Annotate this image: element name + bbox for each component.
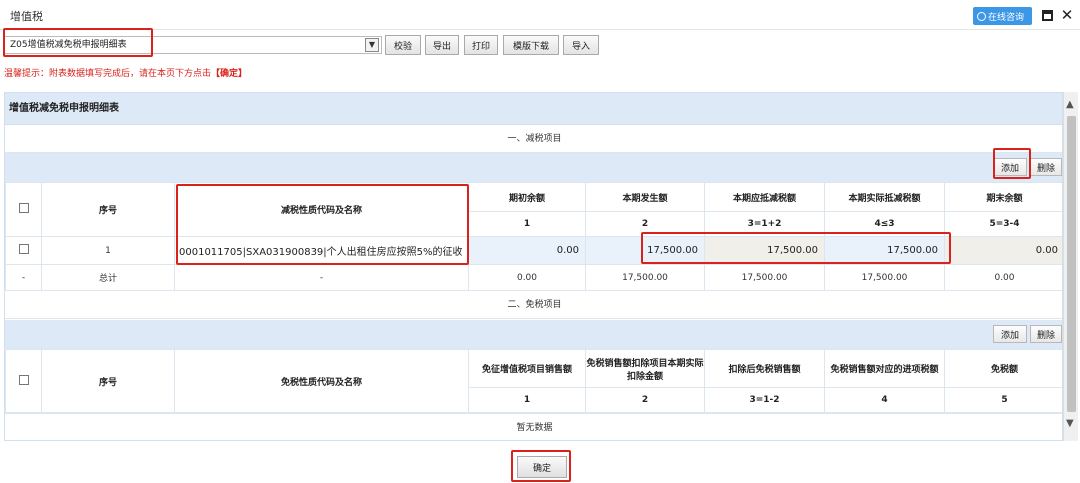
tip-prefix: 温馨提示：附表数据填写完成后，请在本页下方点击 <box>4 69 212 79</box>
online-consult-button[interactable]: 在线咨询 <box>973 7 1032 25</box>
exemption-delete-button[interactable]: 删除 <box>1030 325 1062 343</box>
headset-icon <box>977 11 986 21</box>
total-closing: 0.00 <box>944 264 1062 291</box>
tip-text: 温馨提示：附表数据填写完成后，请在本页下方点击【确定】 <box>4 66 247 79</box>
row-deductible-value: 17,500.00 <box>704 236 825 265</box>
reduction-section-title: 一、减税项目 <box>5 125 1062 153</box>
row-actual-input[interactable]: 17,500.00 <box>824 236 945 265</box>
total-row: - 总计 - 0.00 17,500.00 17,500.00 17,500.0… <box>5 264 1062 291</box>
header-select-all[interactable] <box>5 182 42 237</box>
confirm-button[interactable]: 确定 <box>517 456 567 478</box>
reduction-action-bar: 添加 删除 <box>5 153 1062 182</box>
template-download-button[interactable]: 模版下载 <box>503 35 559 55</box>
row-current-input[interactable]: 17,500.00 <box>585 236 705 265</box>
restore-icon[interactable] <box>1040 8 1054 22</box>
exemption-header-deduction: 免税销售额扣除项目本期实际扣除金额 <box>585 349 705 388</box>
header-opening: 期初余额 <box>468 182 586 212</box>
print-button[interactable]: 打印 <box>464 35 498 55</box>
exemption-header-input-tax: 免税销售额对应的进项税额 <box>824 349 945 388</box>
formula-3: 3=1+2 <box>704 211 825 237</box>
exemption-section-title: 二、免税项目 <box>5 291 1062 319</box>
total-check: - <box>5 264 42 291</box>
row-checkbox[interactable] <box>18 244 29 254</box>
scroll-down-icon[interactable]: ▼ <box>1066 418 1074 429</box>
exemption-header-amount: 免税额 <box>944 349 1062 388</box>
exemption-table: 序号 免税性质代码及名称 免征增值税项目销售额 免税销售额扣除项目本期实际扣除金… <box>5 349 1062 413</box>
formula-5: 5=3-4 <box>944 211 1062 237</box>
header-code: 减税性质代码及名称 <box>174 182 469 237</box>
header-deductible: 本期应抵减税额 <box>704 182 825 212</box>
export-button[interactable]: 导出 <box>425 35 459 55</box>
select-all-checkbox[interactable] <box>18 203 29 213</box>
formula-1: 1 <box>468 211 586 237</box>
exemption-header-select-all[interactable] <box>5 349 42 413</box>
close-icon[interactable]: ✕ <box>1060 6 1074 24</box>
row-opening-input[interactable]: 0.00 <box>468 236 586 265</box>
total-deductible: 17,500.00 <box>704 264 825 291</box>
header-actual: 本期实际抵减税额 <box>824 182 945 212</box>
table-row: 1 0001011705|SXA031900839|个人出租住房应按照5%的征收… <box>5 236 1062 265</box>
exemption-add-button[interactable]: 添加 <box>993 325 1027 343</box>
row-select[interactable] <box>5 236 42 265</box>
exemption-formula-4: 4 <box>824 387 945 413</box>
exemption-header-sales: 免征增值税项目销售额 <box>468 349 586 388</box>
row-code-select[interactable]: 0001011705|SXA031900839|个人出租住房应按照5%的征收 <box>174 236 469 265</box>
total-current: 17,500.00 <box>585 264 705 291</box>
chevron-down-icon[interactable]: ▼ <box>365 38 379 52</box>
total-code: - <box>174 264 469 291</box>
panel-title: 增值税减免税申报明细表 <box>5 93 1062 125</box>
exemption-formula-5: 5 <box>944 387 1062 413</box>
form-select[interactable]: Z05增值税减免税申报明细表 ▼ <box>4 36 382 54</box>
main-panel: 增值税减免税申报明细表 一、减税项目 添加 删除 序号 减税性质代码及名称 期初… <box>4 92 1063 441</box>
tip-confirm-link: 【确定】 <box>211 69 248 79</box>
total-label: 总计 <box>41 264 175 291</box>
toolbar: Z05增值税减免税申报明细表 ▼ 校验 导出 打印 模版下载 导入 <box>0 32 1080 60</box>
window-title: 增值税 <box>10 10 43 23</box>
scrollbar-thumb[interactable] <box>1067 116 1076 412</box>
exemption-header-after-deduction: 扣除后免税销售额 <box>704 349 825 388</box>
exemption-header-code: 免税性质代码及名称 <box>174 349 469 413</box>
exemption-formula-3: 3=1-2 <box>704 387 825 413</box>
exemption-header-row: 序号 免税性质代码及名称 免征增值税项目销售额 免税销售额扣除项目本期实际扣除金… <box>5 349 1062 413</box>
reduction-header-row: 序号 减税性质代码及名称 期初余额 本期发生额 本期应抵减税额 本期实际抵减税额… <box>5 182 1062 237</box>
vertical-scrollbar[interactable]: ▲ ▼ <box>1063 92 1078 441</box>
online-consult-label: 在线咨询 <box>988 12 1025 23</box>
exemption-formula-2: 2 <box>585 387 705 413</box>
reduction-delete-button[interactable]: 删除 <box>1030 158 1062 176</box>
row-seq: 1 <box>41 236 175 265</box>
title-bar: 增值税 在线咨询 ✕ <box>0 0 1080 30</box>
formula-2: 2 <box>585 211 705 237</box>
exemption-formula-1: 1 <box>468 387 586 413</box>
exemption-action-bar: 添加 删除 <box>5 320 1062 349</box>
form-select-value: Z05增值税减免税申报明细表 <box>10 40 127 50</box>
total-actual: 17,500.00 <box>824 264 945 291</box>
exemption-empty-text: 暂无数据 <box>5 413 1062 440</box>
exemption-select-all-checkbox[interactable] <box>18 374 29 385</box>
header-current: 本期发生额 <box>585 182 705 212</box>
total-opening: 0.00 <box>468 264 586 291</box>
row-closing-value: 0.00 <box>944 236 1062 265</box>
header-closing: 期末余额 <box>944 182 1062 212</box>
validate-button[interactable]: 校验 <box>385 35 421 55</box>
import-button[interactable]: 导入 <box>563 35 599 55</box>
formula-4: 4≤3 <box>824 211 945 237</box>
reduction-table: 序号 减税性质代码及名称 期初余额 本期发生额 本期应抵减税额 本期实际抵减税额… <box>5 182 1062 291</box>
header-seq: 序号 <box>41 182 175 237</box>
exemption-header-seq: 序号 <box>41 349 175 413</box>
reduction-add-button[interactable]: 添加 <box>993 158 1027 176</box>
scroll-up-icon[interactable]: ▲ <box>1066 99 1074 110</box>
